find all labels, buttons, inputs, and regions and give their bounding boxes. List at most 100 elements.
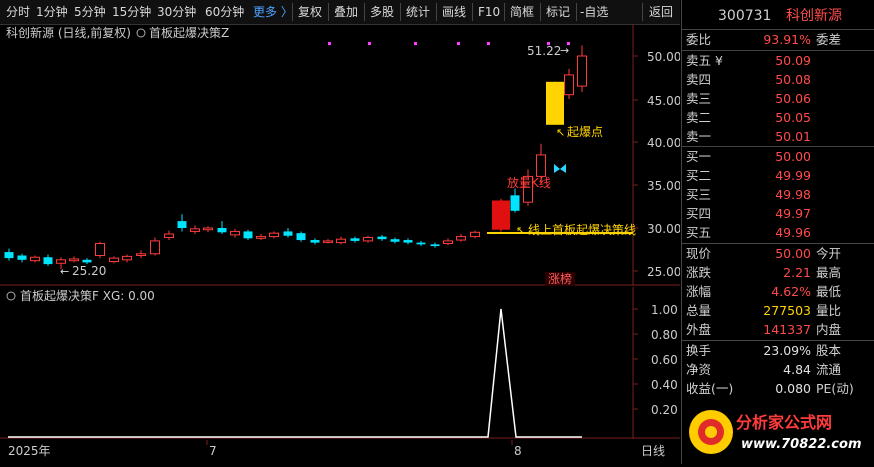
butterfly-icon [554,164,566,173]
candle-body [150,240,160,255]
low-arrow-icon: ← [60,265,69,278]
candle-body [416,242,426,245]
indicator-title: 首板起爆决策F XG: 0.00 [20,289,155,303]
toolbar-period-fenshi[interactable]: 分时 [6,4,30,20]
y-tick: 25.00 [647,265,680,279]
candle-body [390,239,400,242]
kline-chart[interactable]: 50.00 45.00 40.00 35.00 30.00 25.00 科创新源… [0,24,680,286]
time-label: 2025年 [8,444,51,458]
candle-body [217,228,227,233]
low-price-label: 25.20 [72,264,106,278]
ask-row: 卖一 50.01 [686,129,811,144]
svg-text:www.70822.com: www.70822.com [741,437,862,452]
qibao-arrow-icon: ↖ [556,126,565,139]
candle-body [190,228,200,232]
svg-text:0.60: 0.60 [651,353,678,367]
candle-body [56,259,66,264]
stat-row: 外盘 141337 内盘 [686,322,842,337]
toolbar-period-30min[interactable]: 30分钟 [157,4,196,20]
candle-body [310,240,320,243]
toolbar-biaoji-button[interactable]: 标记 [546,4,570,20]
stat-row: 现价 50.00 今开 [686,246,842,261]
indicator-y-axis: 1.00 0.80 0.60 0.40 0.20 [633,303,678,417]
toolbar-back-button[interactable]: 返回 [649,4,673,20]
svg-text:0.20: 0.20 [651,403,678,417]
candle-body [323,240,333,243]
time-label: 7 [209,444,217,458]
candle-body [109,257,119,263]
ask-row: 卖五 ¥50.09 [686,53,811,68]
y-tick: 40.00 [647,136,680,150]
toolbar-zixuan-button[interactable]: -自选 [580,4,608,20]
candle-body [243,231,253,239]
toolbar-period-1min[interactable]: 1分钟 [36,4,68,20]
candle-body [296,233,306,241]
candle-body [536,154,546,177]
candle-body [136,253,146,257]
stat-row: 收益(一) 0.080 PE(动) [686,381,854,396]
toolbar-period-5min[interactable]: 5分钟 [74,4,106,20]
toolbar-tongji-button[interactable]: 统计 [406,4,430,20]
candle-body [256,236,266,239]
candle-body [363,236,373,242]
candle-body [443,240,453,244]
indicator-chart[interactable]: 首板起爆决策F XG: 0.00 1.00 0.80 0.60 0.40 0.2… [0,287,680,439]
y-tick: 35.00 [647,179,680,193]
toolbar-more-button[interactable]: 更多 〉 [253,4,293,20]
high-arrow-icon: → [560,44,569,57]
candle-body [546,81,564,125]
toolbar-huaxian-button[interactable]: 画线 [442,4,466,20]
toolbar-f10-button[interactable]: F10 [478,4,500,20]
bid-row: 买二 49.99 [686,168,811,183]
candle-body [30,256,40,262]
chart-title: 科创新源 (日线,前复权) [6,25,131,40]
svg-text:0.40: 0.40 [651,378,678,392]
candle-body [230,230,240,236]
toolbar-fuquan-button[interactable]: 复权 [298,4,322,20]
bid-row: 买五 49.96 [686,225,811,240]
time-axis: 2025年 7 8 日线 [0,440,680,464]
toolbar-period-15min[interactable]: 15分钟 [112,4,151,20]
ask-row: 卖四 50.08 [686,72,811,87]
period-label: 日线 [641,444,665,458]
toolbar-period-60min[interactable]: 60分钟 [205,4,244,20]
time-label: 8 [514,444,522,458]
y-tick: 50.00 [647,50,680,64]
toolbar-diejia-button[interactable]: 叠加 [334,4,358,20]
toolbar-jiankuang-button[interactable]: 简框 [510,4,534,20]
indicator-toggle-icon[interactable] [6,291,16,301]
bid-row: 买三 49.98 [686,187,811,202]
qibao-label: 起爆点 [567,125,603,139]
stock-code: 300731 [718,8,772,24]
candle-body [430,244,440,247]
stat-row: 总量 277503 量比 [686,303,842,318]
shoupan-label: 线上首板起爆决策线 [528,223,636,237]
ask-row: 卖二 50.05 [686,110,811,125]
candles [4,45,587,270]
bid-row: 买四 49.97 [686,206,811,221]
candle-body [4,252,14,259]
candle-body [283,231,293,236]
y-axis: 50.00 45.00 40.00 35.00 30.00 25.00 [633,50,680,279]
ask-row: 卖三 50.06 [686,91,811,106]
svg-text:1.00: 1.00 [651,303,678,317]
quote-panel: 300731 科创新源 委比 93.91% 委差 卖五 ¥50.09 卖四 50.0… [681,0,874,464]
toolbar-duogu-button[interactable]: 多股 [370,4,394,20]
formula-name: 首板起爆决策Z [149,26,229,40]
candle-body [510,195,520,211]
candle-body [564,74,574,96]
weibi-row: 委比 93.91% 委差 [686,32,842,47]
candle-body [492,200,510,230]
stat-row: 涨幅 4.62% 最低 [686,284,842,299]
formula-toggle-icon[interactable] [136,28,146,38]
candle-body [17,255,27,260]
watermark: 分析家公式网 www.70822.com [681,400,874,464]
candle-body [403,240,413,243]
candle-body [470,231,480,238]
candle-body [95,242,105,257]
high-price-label: 51.22 [527,44,561,58]
svg-text:0.80: 0.80 [651,328,678,342]
candle-body [336,238,346,244]
candle-body [350,238,360,241]
svg-text:分析家公式网: 分析家公式网 [736,413,832,432]
